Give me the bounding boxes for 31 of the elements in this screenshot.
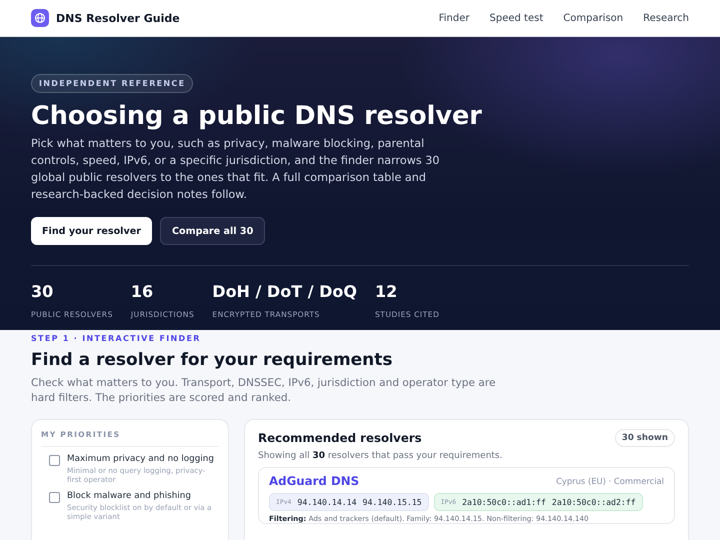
ip-address: 2a10:50c0::ad2:ff	[552, 497, 636, 507]
stat-value: 30	[31, 282, 54, 301]
nav-link[interactable]: Comparison	[563, 12, 624, 24]
hero-intro: Pick what matters to you, such as privacy, malware blocking, parental controls, speed, IPv6, or a specific jurisdiction, and the finder narrows 30 global public resolvers to the ones that fit. A full comparison table and research-backed decision notes follow.	[31, 136, 441, 203]
nav-link[interactable]: Research	[643, 12, 689, 24]
stat-value: 12	[374, 282, 398, 301]
ip-address: 94.140.15.15	[362, 497, 422, 507]
ip-address: 2a10:50c0::ad1:ff	[462, 497, 546, 507]
stat-value: DoH / DoT / DoQ	[212, 282, 357, 301]
section-title: Find a resolver for your requirements	[31, 350, 394, 370]
nav-link[interactable]: Finder	[438, 12, 470, 24]
hero-title: Choosing a public DNS resolver	[31, 101, 483, 131]
compare-button[interactable]: Compare all 30	[160, 217, 266, 245]
card-title: Recommended resolvers	[258, 431, 422, 445]
nav-link[interactable]: Speed test	[490, 12, 544, 24]
resolver-meta: Cyprus (EU) · Commercial	[556, 476, 664, 486]
count-badge: 30 shown	[614, 429, 675, 447]
resolver-name[interactable]: AdGuard DNS	[269, 474, 360, 488]
site-title[interactable]: DNS Resolver Guide	[56, 12, 180, 24]
stat-value: 16	[130, 282, 154, 301]
section-description: Check what matters to you. Transport, DNSSEC, IPv6, jurisdiction and operator type are hard filters. The priorities are scored and ranked.	[31, 376, 497, 406]
results-summary: Showing all 30 resolvers that pass your requirements.	[258, 451, 504, 461]
step-label: STEP 1 · INTERACTIVE FINDER	[31, 334, 202, 343]
find-button[interactable]: Find your resolver	[31, 217, 152, 245]
hero-badge: INDEPENDENT REFERENCE	[31, 74, 194, 93]
checkbox[interactable]	[49, 492, 60, 503]
checkbox-label[interactable]: Block malware and phishing	[67, 491, 219, 501]
checkbox-label[interactable]: Maximum privacy and no logging	[67, 454, 219, 464]
ip-address: 94.140.14.14	[297, 497, 357, 507]
globe-icon	[31, 9, 49, 27]
checkbox[interactable]	[49, 455, 60, 466]
